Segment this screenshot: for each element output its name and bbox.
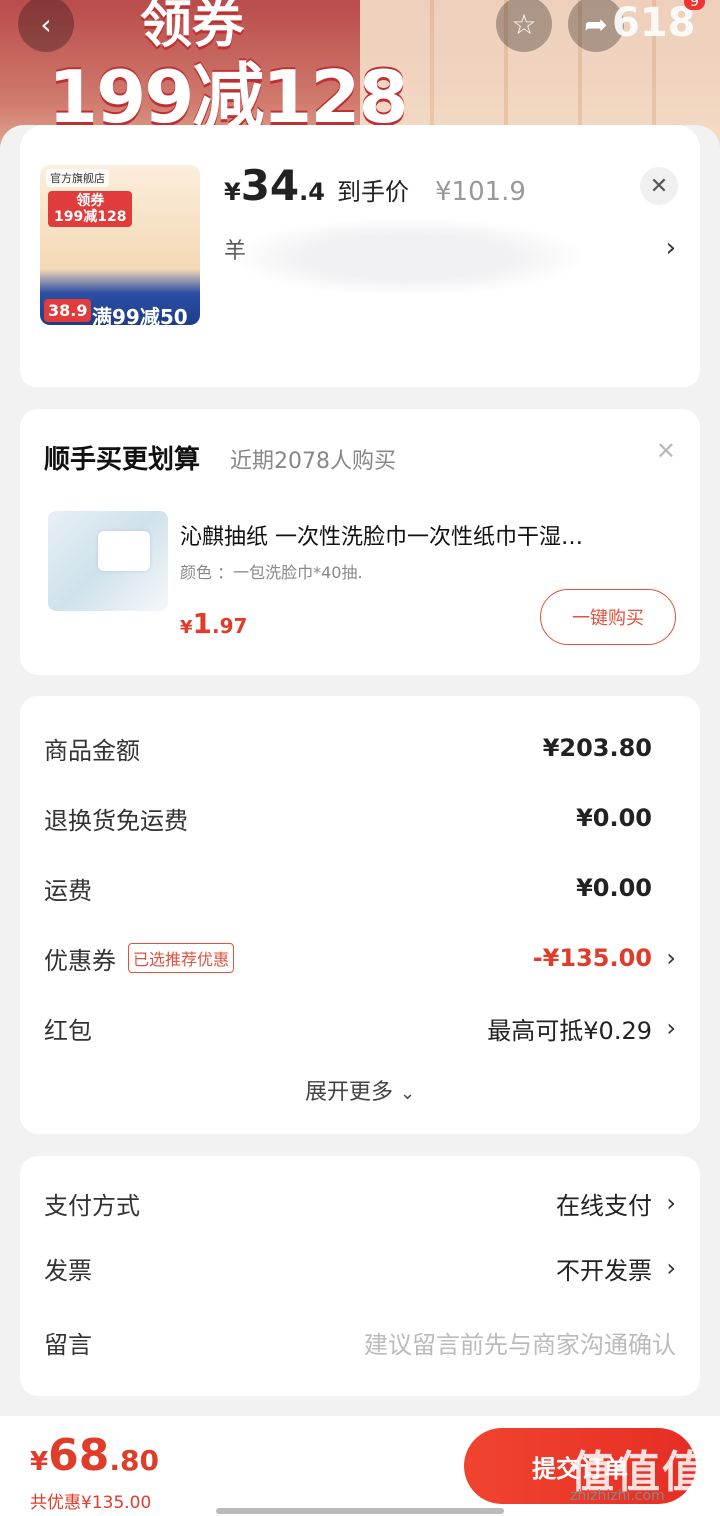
redpacket-row[interactable]: 红包 最高可抵¥0.29 › [44,1006,676,1050]
expand-more-button[interactable]: 展开更多 ⌄ [20,1074,700,1106]
recommend-card: 顺手买更划算 近期2078人购买 ✕ 沁麒抽纸 一次性洗脸巾一次性纸巾干湿… 颜… [20,409,700,675]
close-icon: ✕ [649,173,669,199]
home-indicator [216,1508,504,1514]
chevron-right-icon: › [666,1254,676,1282]
recommend-item-image[interactable] [48,511,168,611]
note-row[interactable]: 留言 建议留言前先与商家沟通确认 [44,1320,676,1364]
final-price: ¥ 34 .4 到手价 ¥101.9 [224,161,526,210]
thumb-shop-label: 官方旗舰店 [46,169,109,187]
recommend-item-name[interactable]: 沁麒抽纸 一次性洗脸巾一次性纸巾干湿… [180,519,670,551]
chevron-left-icon: ‹ [40,7,52,41]
price-int: 34 [240,161,300,210]
redpacket-value: 最高可抵¥0.29 [487,1016,652,1045]
recommend-item-price: ¥ 1 .97 [180,607,248,640]
shipping-amount: ¥0.00 [576,874,652,902]
spec-selector[interactable]: 羊 › [224,217,680,297]
coupon-row[interactable]: 优惠券 已选推荐优惠 -¥135.00 › [44,936,676,980]
shipping-row: 运费 ¥0.00 [44,874,652,905]
note-input[interactable]: 建议留言前先与商家沟通确认 [364,1325,676,1360]
thumb-full-off: 满99减50 [92,305,188,325]
price-label: 到手价 [336,178,409,206]
blurred-region [228,217,588,297]
chevron-right-icon: › [666,944,676,972]
watermark-url: zhizhizhi.com [570,1488,665,1504]
price-dec: .4 [299,178,325,206]
coupon-tag: 已选推荐优惠 [128,943,235,973]
coupon-amount: -¥135.00 [532,944,652,972]
star-icon: ☆ [511,7,537,41]
recommend-title: 顺手买更划算 [44,445,201,475]
return-shipping-row: 退换货免运费 ¥0.00 [44,804,652,835]
original-price: ¥101.9 [434,177,526,207]
order-sheet: 官方旗舰店 领券 199减128 38.9 满99减50 ¥ 34 .4 到手价… [0,125,720,1516]
share-icon: ➦ [584,7,608,41]
chevron-right-icon: › [666,1189,676,1217]
close-button[interactable]: ✕ [640,167,678,205]
product-thumbnail[interactable]: 官方旗舰店 领券 199减128 38.9 满99减50 [40,165,200,325]
recommend-item-spec: 颜色 ：一包洗脸巾*40抽. [180,563,363,582]
payment-method-row[interactable]: 支付方式 在线支付 › [44,1181,676,1225]
goods-amount: ¥203.80 [542,734,652,762]
return-shipping-amount: ¥0.00 [576,804,652,832]
total-saving: 共优惠¥135.00 [30,1493,152,1513]
price-currency: ¥ [224,178,241,206]
chevron-down-icon: ⌄ [399,1083,416,1104]
one-click-buy-button[interactable]: 一键购买 [540,589,676,645]
badge-618: 618 [612,0,696,46]
goods-amount-row: 商品金额 ¥203.80 [44,734,652,765]
recommend-subtitle: 近期2078人购买 [230,449,396,474]
thumb-coupon: 领券 199减128 [48,191,133,228]
payment-method-value: 在线支付 [556,1191,652,1220]
payment-card: 支付方式 在线支付 › 发票 不开发票 › 留言 建议留言前先与商家沟通确认 [20,1156,700,1396]
invoice-value: 不开发票 [556,1256,652,1285]
invoice-row[interactable]: 发票 不开发票 › [44,1246,676,1290]
recommend-close-icon[interactable]: ✕ [656,437,676,465]
chevron-right-icon: › [665,233,676,263]
price-summary-card: 商品金额 ¥203.80 退换货免运费 ¥0.00 运费 ¥0.00 优惠券 已… [20,696,700,1134]
total-price: ¥ 68 .80 [30,1430,159,1481]
thumb-price: 38.9 [44,299,92,322]
chevron-right-icon: › [666,1014,676,1042]
